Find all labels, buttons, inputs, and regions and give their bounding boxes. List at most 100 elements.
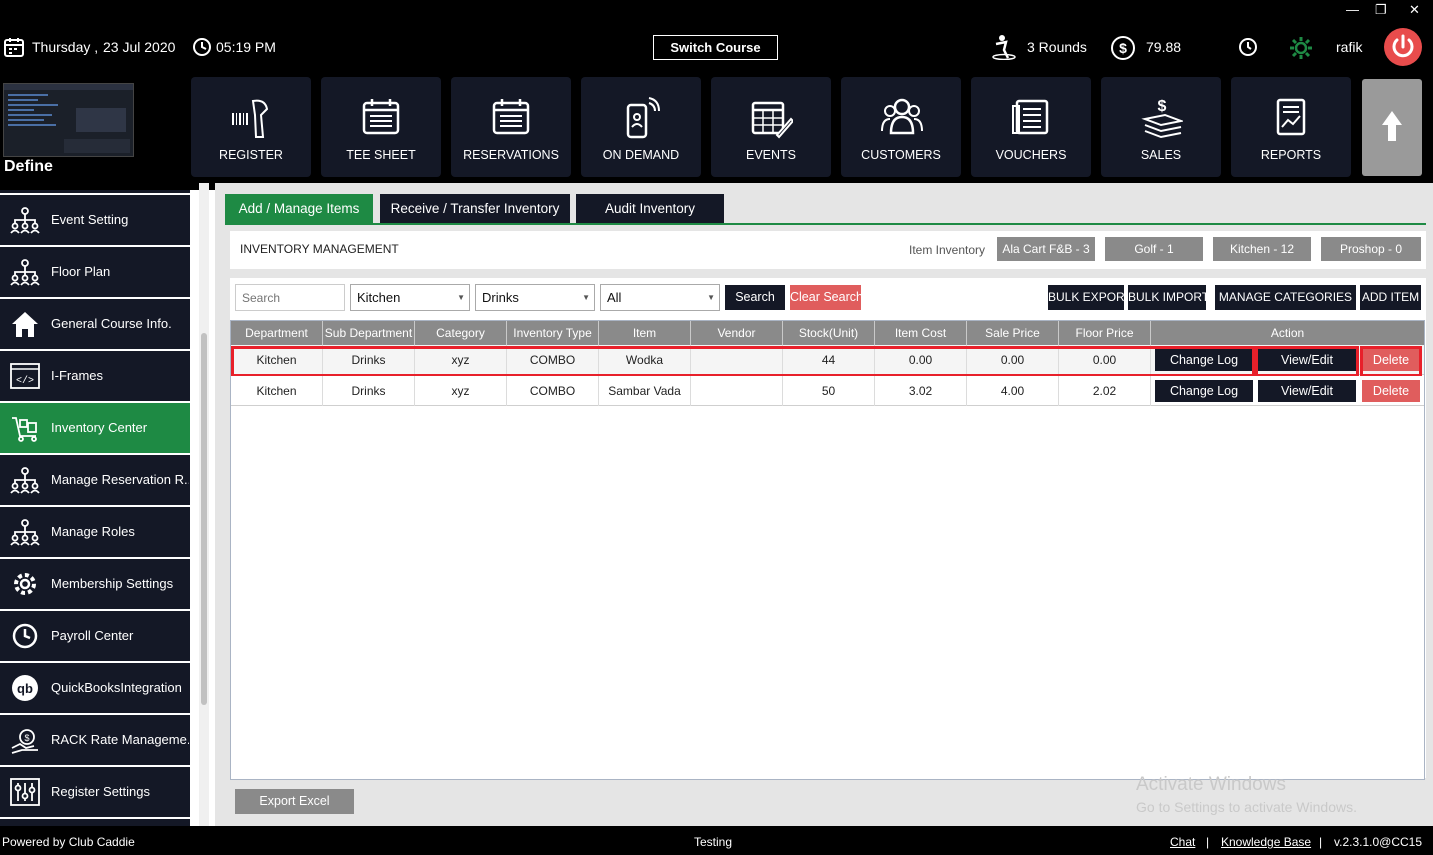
add-item-button[interactable]: ADD ITEM [1360, 285, 1421, 310]
nav-customers[interactable]: CUSTOMERS [841, 77, 961, 177]
cell-item-cost: 3.02 [875, 376, 967, 406]
nav-events[interactable]: EVENTS [711, 77, 831, 177]
logout-button[interactable] [1384, 28, 1422, 66]
inventory-table: Department Sub Department Category Inven… [230, 320, 1425, 780]
cell-item: Wodka [599, 345, 691, 375]
badge-golf[interactable]: Golf - 1 [1105, 237, 1203, 261]
column-header[interactable]: Sale Price [967, 321, 1059, 345]
maximize-button[interactable]: ❐ [1375, 2, 1387, 18]
department-select[interactable]: Kitchen ▼ [350, 284, 470, 311]
org-chart-icon [10, 259, 40, 286]
sidebar-item-label: Inventory Center [51, 420, 148, 435]
column-header[interactable]: Inventory Type [507, 321, 599, 345]
table-row[interactable]: Kitchen Drinks xyz COMBO Sambar Vada 50 … [231, 376, 1424, 406]
bulk-export-button[interactable]: BULK EXPORT [1048, 285, 1132, 310]
view-edit-button[interactable]: View/Edit [1258, 349, 1356, 371]
column-header[interactable]: Vendor [691, 321, 783, 345]
sidebar-item-event-setting[interactable]: Event Setting [0, 195, 190, 245]
svg-text:qb: qb [17, 681, 33, 696]
item-inventory-label: Item Inventory [909, 243, 986, 257]
change-log-button[interactable]: Change Log [1155, 380, 1253, 402]
sidebar-item-payroll-center[interactable]: Payroll Center [0, 611, 190, 661]
sidebar-item-label: Manage Roles [51, 524, 135, 539]
switch-course-button[interactable]: Switch Course [653, 35, 778, 60]
delete-button[interactable]: Delete [1362, 349, 1420, 371]
column-header[interactable]: Sub Department [323, 321, 415, 345]
delete-button[interactable]: Delete [1362, 380, 1420, 402]
settings-gear-icon[interactable] [1288, 35, 1314, 61]
cell-item-cost: 0.00 [875, 345, 967, 375]
sidebar-item-general-course-info[interactable]: General Course Info. [0, 299, 190, 349]
sidebar-scrollbar-thumb[interactable] [201, 333, 207, 705]
nav-tee-sheet[interactable]: TEE SHEET [321, 77, 441, 177]
user-name[interactable]: rafik [1336, 39, 1362, 55]
chat-link[interactable]: Chat [1170, 835, 1195, 849]
sub-department-value: Drinks [482, 290, 519, 305]
sidebar-item-i-frames[interactable]: </> I-Frames [0, 351, 190, 401]
sidebar-item-label: Payroll Center [51, 628, 134, 643]
manage-categories-button[interactable]: MANAGE CATEGORIES [1215, 285, 1356, 310]
org-chart-icon [10, 467, 40, 494]
column-header[interactable]: Item Cost [875, 321, 967, 345]
cell-department: Kitchen [231, 345, 323, 375]
sidebar-item-manage-reservation[interactable]: Manage Reservation R... [0, 455, 190, 505]
search-button[interactable]: Search [725, 285, 785, 310]
inventory-icon [12, 417, 37, 442]
cell-floor-price: 2.02 [1059, 376, 1151, 406]
sidebar-item-label: General Course Info. [51, 316, 172, 331]
scroll-up-button[interactable] [1362, 79, 1422, 176]
golfer-icon [992, 35, 1016, 60]
nav-vouchers[interactable]: VOUCHERS [971, 77, 1091, 177]
rate-icon: $ [11, 729, 38, 754]
tab-audit-inventory[interactable]: Audit Inventory [576, 194, 724, 223]
column-header[interactable]: Floor Price [1059, 321, 1151, 345]
current-date: 23 Jul 2020 [103, 39, 176, 55]
sidebar-item-rack-rate[interactable]: $ RACK Rate Manageme... [0, 715, 190, 765]
cell-sale-price: 4.00 [967, 376, 1059, 406]
sidebar-item-label: Membership Settings [51, 576, 174, 591]
minimize-button[interactable]: — [1346, 2, 1359, 17]
tab-receive-transfer-inventory[interactable]: Receive / Transfer Inventory [380, 194, 570, 223]
sidebar-item-manage-roles[interactable]: Manage Roles [0, 507, 190, 557]
column-header[interactable]: Item [599, 321, 691, 345]
nav-reservations[interactable]: RESERVATIONS [451, 77, 571, 177]
badge-ala-cart[interactable]: Ala Cart F&B - 3 [997, 237, 1095, 261]
sidebar-item-floor-plan[interactable]: Floor Plan [0, 247, 190, 297]
screen-preview-image [4, 84, 133, 156]
knowledge-base-link[interactable]: Knowledge Base [1221, 835, 1311, 849]
column-header: Action [1270, 326, 1305, 340]
sidebar-item-inventory-center[interactable]: Inventory Center [0, 403, 190, 453]
sub-department-select[interactable]: Drinks ▼ [475, 284, 595, 311]
column-header[interactable]: Stock(Unit) [783, 321, 875, 345]
table-row[interactable]: Kitchen Drinks xyz COMBO Wodka 44 0.00 0… [231, 345, 1424, 377]
sidebar-top-edge [0, 190, 190, 193]
power-icon [1392, 34, 1414, 58]
column-header[interactable]: Category [415, 321, 507, 345]
chevron-down-icon: ▼ [582, 293, 590, 302]
nav-register[interactable]: REGISTER [191, 77, 311, 177]
close-window-button[interactable]: ✕ [1409, 2, 1420, 18]
badge-proshop[interactable]: Proshop - 0 [1321, 237, 1421, 261]
dollar-icon: $ [1111, 36, 1135, 60]
sidebar-item-register-settings[interactable]: Register Settings [0, 767, 190, 817]
cell-vendor [691, 376, 783, 406]
search-input[interactable] [235, 284, 345, 311]
history-clock-icon[interactable] [1238, 37, 1258, 57]
change-log-button[interactable]: Change Log [1155, 349, 1253, 371]
category-select[interactable]: All ▼ [600, 284, 720, 311]
cell-category: xyz [415, 376, 507, 406]
clear-search-button[interactable]: Clear Search [790, 285, 863, 310]
view-edit-button[interactable]: View/Edit [1258, 380, 1356, 402]
sidebar-item-quickbooks[interactable]: qb QuickBooksIntegration [0, 663, 190, 713]
column-header[interactable]: Department [231, 321, 323, 345]
export-excel-button[interactable]: Export Excel [235, 789, 354, 814]
bulk-import-button[interactable]: BULK IMPORT [1128, 285, 1209, 310]
nav-reports[interactable]: REPORTS [1231, 77, 1351, 177]
define-screenshot-thumbnail[interactable] [3, 83, 134, 157]
badge-kitchen[interactable]: Kitchen - 12 [1213, 237, 1311, 261]
nav-sales[interactable]: $ SALES [1101, 77, 1221, 177]
sidebar-item-membership-settings[interactable]: Membership Settings [0, 559, 190, 609]
calendar-icon [4, 38, 24, 57]
tab-add-manage-items[interactable]: Add / Manage Items [225, 194, 373, 223]
nav-on-demand[interactable]: ON DEMAND [581, 77, 701, 177]
